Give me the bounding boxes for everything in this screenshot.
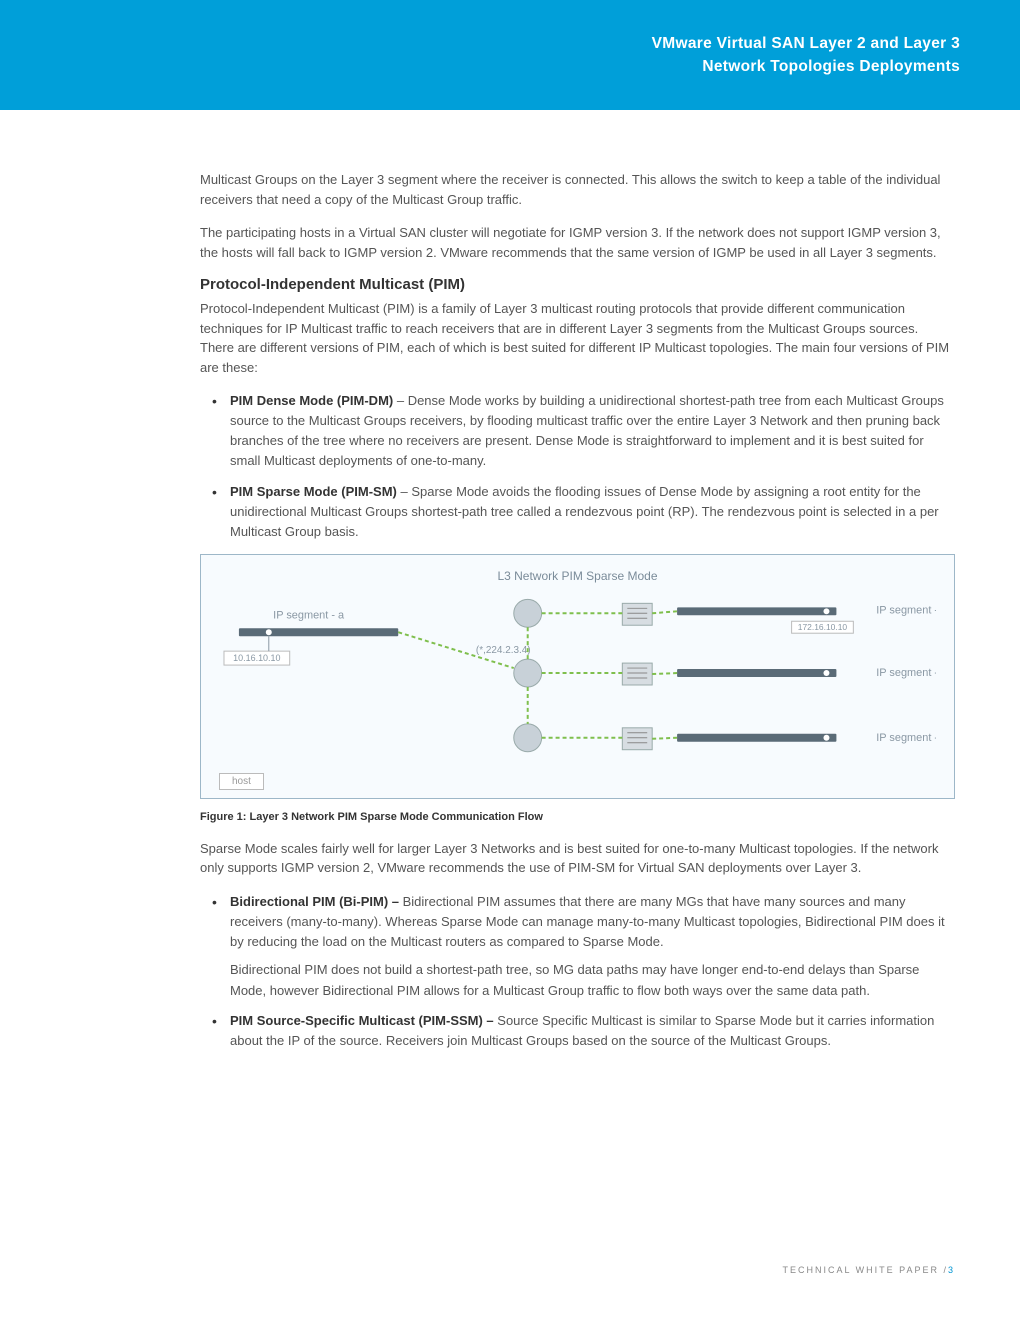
- diagram-svg: IP segment - a 10.16.10.10 (*,224.2.3.4): [219, 593, 936, 773]
- footer-label: TECHNICAL WHITE PAPER /: [782, 1265, 948, 1275]
- host-label: host: [219, 773, 264, 790]
- bar-seg-b: [677, 607, 836, 615]
- bullet-pim-sm: PIM Sparse Mode (PIM-SM) – Sparse Mode a…: [200, 482, 955, 542]
- figure-caption: Figure 1: Layer 3 Network PIM Sparse Mod…: [200, 811, 955, 823]
- bullet-bi-pim: Bidirectional PIM (Bi-PIM) – Bidirection…: [200, 892, 955, 1001]
- bullet-pim-dm-title: PIM Dense Mode (PIM-DM): [230, 393, 393, 408]
- bar-seg-c: [677, 669, 836, 677]
- bar-seg-d: [677, 734, 836, 742]
- switch-mid: [622, 663, 652, 685]
- bullet-pim-dm: PIM Dense Mode (PIM-DM) – Dense Mode wor…: [200, 391, 955, 472]
- ip-right-text: 172.16.10.10: [798, 622, 848, 632]
- bullet-bi-pim-sub: Bidirectional PIM does not build a short…: [230, 960, 955, 1000]
- dot-seg-a: [266, 629, 272, 635]
- pim-modes-list-1: PIM Dense Mode (PIM-DM) – Dense Mode wor…: [200, 391, 955, 542]
- mcast-label: (*,224.2.3.4): [476, 645, 531, 656]
- ip-left-text: 10.16.10.10: [233, 653, 280, 663]
- bullet-pim-sm-title: PIM Sparse Mode (PIM-SM): [230, 484, 397, 499]
- intro-para-2: The participating hosts in a Virtual SAN…: [200, 223, 955, 262]
- page-footer: TECHNICAL WHITE PAPER /3: [782, 1265, 955, 1275]
- page-header: VMware Virtual SAN Layer 2 and Layer 3 N…: [0, 0, 1020, 110]
- pim-intro: Protocol-Independent Multicast (PIM) is …: [200, 299, 955, 377]
- bullet-pim-ssm: PIM Source-Specific Multicast (PIM-SSM) …: [200, 1011, 955, 1051]
- switch-top: [622, 603, 652, 625]
- bullet-bi-pim-title: Bidirectional PIM (Bi-PIM) –: [230, 894, 399, 909]
- label-seg-a: IP segment - a: [273, 609, 345, 621]
- page-content: Multicast Groups on the Layer 3 segment …: [0, 110, 1020, 1051]
- switch-bot: [622, 728, 652, 750]
- footer-page: 3: [948, 1265, 955, 1275]
- header-title: VMware Virtual SAN Layer 2 and Layer 3 N…: [652, 32, 960, 79]
- intro-para-1: Multicast Groups on the Layer 3 segment …: [200, 170, 955, 209]
- figure-title: L3 Network PIM Sparse Mode: [219, 569, 936, 583]
- label-seg-b: IP segment - b: [876, 604, 936, 616]
- bar-seg-a: [239, 628, 398, 636]
- label-seg-d: IP segment - d: [876, 732, 936, 744]
- router-mid: [514, 659, 542, 687]
- header-line2: Network Topologies Deployments: [652, 55, 960, 78]
- bullet-pim-ssm-title: PIM Source-Specific Multicast (PIM-SSM) …: [230, 1013, 494, 1028]
- label-seg-c: IP segment - c: [876, 667, 936, 679]
- sparse-mode-para: Sparse Mode scales fairly well for large…: [200, 839, 955, 878]
- header-line1: VMware Virtual SAN Layer 2 and Layer 3: [652, 32, 960, 55]
- router-top: [514, 599, 542, 627]
- pim-modes-list-2: Bidirectional PIM (Bi-PIM) – Bidirection…: [200, 892, 955, 1051]
- section-heading-pim: Protocol-Independent Multicast (PIM): [200, 276, 955, 293]
- figure-diagram: L3 Network PIM Sparse Mode IP segment - …: [200, 554, 955, 799]
- router-bot: [514, 724, 542, 752]
